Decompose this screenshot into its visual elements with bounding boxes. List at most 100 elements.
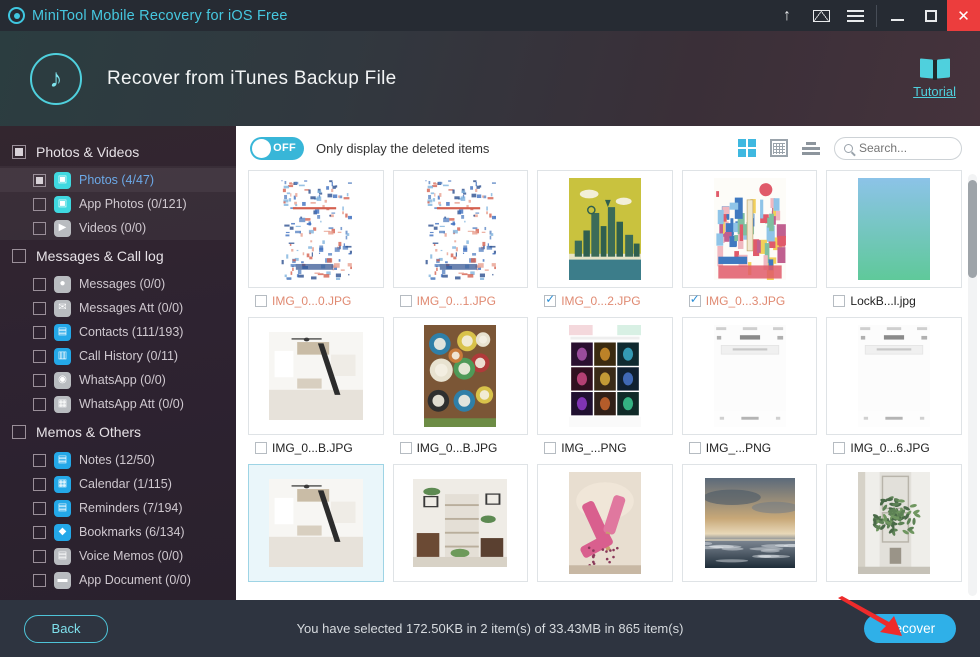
group-checkbox[interactable] [12,145,26,159]
thumbnail-image[interactable] [393,317,529,435]
file-checkbox[interactable] [255,295,267,307]
thumbnail-cell[interactable] [248,464,384,582]
thumbnail-cell[interactable]: IMG_0...2.JPG [537,170,673,310]
thumbnail-cell[interactable]: IMG_0...6.JPG [826,317,962,457]
thumbnail-cell[interactable]: IMG_0...0.JPG [248,170,384,310]
thumbnail-image[interactable] [393,170,529,288]
thumbnail-image[interactable] [248,170,384,288]
file-checkbox[interactable] [689,295,701,307]
file-checkbox[interactable] [833,442,845,454]
thumbnail-image[interactable] [826,464,962,582]
thumbnail-cell[interactable] [682,464,818,582]
thumbnail-image[interactable] [537,170,673,288]
thumbnail-cell[interactable]: IMG_0...3.JPG [682,170,818,310]
thumbnail-cell[interactable]: IMG_0...1.JPG [393,170,529,310]
sidebar-item-videos[interactable]: ▶Videos (0/0) [0,216,236,240]
sidebar-item-app-photos[interactable]: ▣App Photos (0/121) [0,192,236,216]
maximize-button[interactable] [914,0,947,31]
calendar-icon: ▦ [54,476,71,493]
sidebar-item-bookmarks[interactable]: ◆Bookmarks (6/134) [0,520,236,544]
sidebar-group-header[interactable]: Memos & Others [0,418,236,446]
item-checkbox[interactable] [33,326,46,339]
file-checkbox[interactable] [833,295,845,307]
thumbnail-image[interactable] [682,170,818,288]
thumbnail-image[interactable] [248,317,384,435]
thumbnail-cell[interactable]: IMG_...PNG [682,317,818,457]
sidebar-item-app-document[interactable]: ▬App Document (0/0) [0,568,236,592]
sidebar-item-voice-memos[interactable]: ▤Voice Memos (0/0) [0,544,236,568]
item-checkbox[interactable] [33,574,46,587]
item-checkbox[interactable] [33,350,46,363]
sidebar-item-label: Videos (0/0) [79,221,146,235]
menu-icon[interactable] [838,0,872,31]
thumbnail-image[interactable] [682,464,818,582]
sidebar-group-items: ▤Notes (12/50)▦Calendar (1/115)▤Reminder… [0,446,236,592]
sidebar-item-reminders[interactable]: ▤Reminders (7/194) [0,496,236,520]
item-checkbox[interactable] [33,278,46,291]
item-checkbox[interactable] [33,222,46,235]
message-bubble-icon: ● [54,276,71,293]
sidebar-item-call-history[interactable]: ▥Call History (0/11) [0,344,236,368]
sidebar-item-whatsapp[interactable]: ◉WhatsApp (0/0) [0,368,236,392]
thumbnail-cell[interactable] [393,464,529,582]
grid-view-icon[interactable] [738,139,756,157]
thumbnail-image[interactable] [537,317,673,435]
sidebar-group-header[interactable]: Messages & Call log [0,242,236,270]
sidebar-item-contacts[interactable]: ▤Contacts (111/193) [0,320,236,344]
sidebar-item-photos[interactable]: ▣Photos (4/47) [0,168,236,192]
file-checkbox[interactable] [400,442,412,454]
deleted-items-toggle[interactable]: OFF [250,137,304,160]
thumbnail-image[interactable] [537,464,673,582]
sidebar-group-label: Memos & Others [36,424,141,440]
thumbnail-image[interactable] [826,170,962,288]
sidebar-group-header[interactable]: Photos & Videos [0,138,236,166]
content-scrollbar[interactable] [968,174,977,596]
calendar-view-icon[interactable] [770,139,788,157]
thumbnail-image[interactable] [826,317,962,435]
thumbnail-image[interactable] [682,317,818,435]
back-button[interactable]: Back [24,615,108,643]
thumbnail-image[interactable] [248,464,384,582]
item-checkbox[interactable] [33,302,46,315]
sidebar-item-calendar[interactable]: ▦Calendar (1/115) [0,472,236,496]
file-checkbox[interactable] [400,295,412,307]
file-checkbox[interactable] [544,295,556,307]
sidebar-item-messages-att[interactable]: ✉Messages Att (0/0) [0,296,236,320]
thumbnail-caption: IMG_0...3.JPG [682,288,818,310]
sidebar-item-messages[interactable]: ●Messages (0/0) [0,272,236,296]
item-checkbox[interactable] [33,478,46,491]
file-checkbox[interactable] [544,442,556,454]
item-checkbox[interactable] [33,550,46,563]
item-checkbox[interactable] [33,454,46,467]
thumbnail-image[interactable] [393,464,529,582]
thumbnail-cell[interactable]: IMG_...PNG [537,317,673,457]
item-checkbox[interactable] [33,374,46,387]
item-checkbox[interactable] [33,502,46,515]
search-box[interactable] [834,137,962,160]
item-checkbox[interactable] [33,174,46,187]
group-checkbox[interactable] [12,425,26,439]
item-checkbox[interactable] [33,198,46,211]
mail-icon[interactable] [804,0,838,31]
thumbnail-cell[interactable]: LockB...l.jpg [826,170,962,310]
thumbnail-cell[interactable] [537,464,673,582]
tutorial-link[interactable]: Tutorial [913,59,956,99]
file-checkbox[interactable] [689,442,701,454]
scrollbar-thumb[interactable] [968,180,977,278]
sidebar-item-whatsapp-att[interactable]: ▦WhatsApp Att (0/0) [0,392,236,416]
item-checkbox[interactable] [33,526,46,539]
group-checkbox[interactable] [12,249,26,263]
thumbnail-cell[interactable]: IMG_0...B.JPG [393,317,529,457]
thumbnail-cell[interactable] [826,464,962,582]
search-input[interactable] [859,141,952,155]
thumbnail-cell[interactable]: IMG_0...B.JPG [248,317,384,457]
sidebar-item-notes[interactable]: ▤Notes (12/50) [0,448,236,472]
list-view-icon[interactable] [802,139,820,157]
upgrade-icon[interactable] [770,0,804,31]
item-checkbox[interactable] [33,398,46,411]
minimize-button[interactable] [881,0,914,31]
selection-status: You have selected 172.50KB in 2 item(s) … [0,621,980,636]
file-name: IMG_0...6.JPG [850,441,929,455]
close-button[interactable] [947,0,980,31]
file-checkbox[interactable] [255,442,267,454]
